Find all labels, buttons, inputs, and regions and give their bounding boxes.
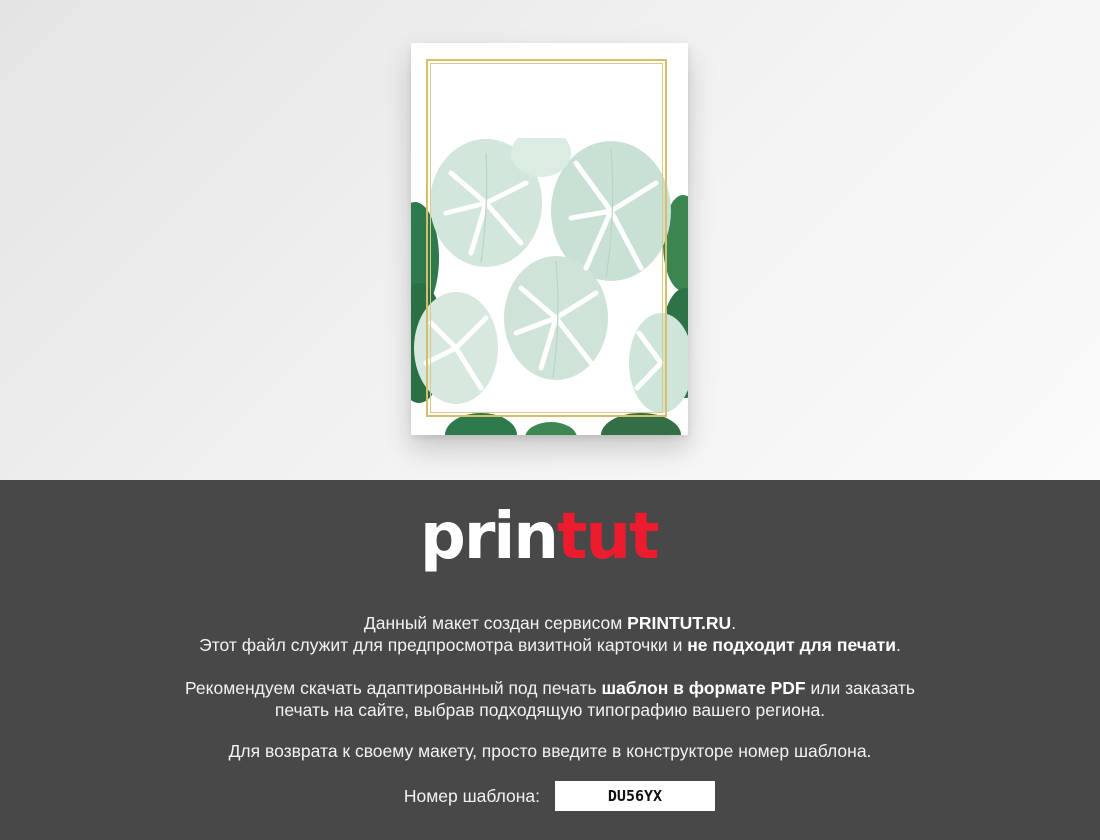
template-code-row: Номер шаблона: DU56YX [0, 781, 1100, 811]
notice-line-3: Рекомендуем скачать адаптированный под п… [185, 678, 915, 698]
notice-line-2: Этот файл служит для предпросмотра визит… [199, 635, 901, 655]
notice-line-1: Данный макет создан сервисом PRINTUT.RU. [363, 613, 737, 633]
gold-frame-inner [430, 63, 663, 413]
notice-paragraph-1: Данный макет создан сервисом PRINTUT.RU.… [100, 612, 1000, 656]
preview-area [0, 0, 1100, 480]
notice-line-4: печать на сайте, выбрав подходящую типог… [274, 700, 826, 720]
logo-part-tut: tut [557, 500, 659, 574]
template-code-value[interactable]: DU56YX [555, 781, 715, 811]
pdf-template-link[interactable]: шаблон в формате PDF [601, 678, 805, 698]
notice-paragraph-3: Для возврата к своему макету, просто вве… [228, 741, 872, 761]
business-card-preview [411, 43, 688, 435]
logo-part-prin: prin [420, 500, 557, 574]
printut-logo-mark: printut [420, 500, 661, 574]
info-panel: printut Данный макет создан сервисом PRI… [0, 480, 1100, 840]
printut-logo: printut [0, 496, 1100, 596]
notice-paragraph-2: Рекомендуем скачать адаптированный под п… [100, 677, 1000, 721]
template-code-label: Номер шаблона: [403, 786, 540, 806]
svg-text:printut: printut [420, 500, 659, 574]
